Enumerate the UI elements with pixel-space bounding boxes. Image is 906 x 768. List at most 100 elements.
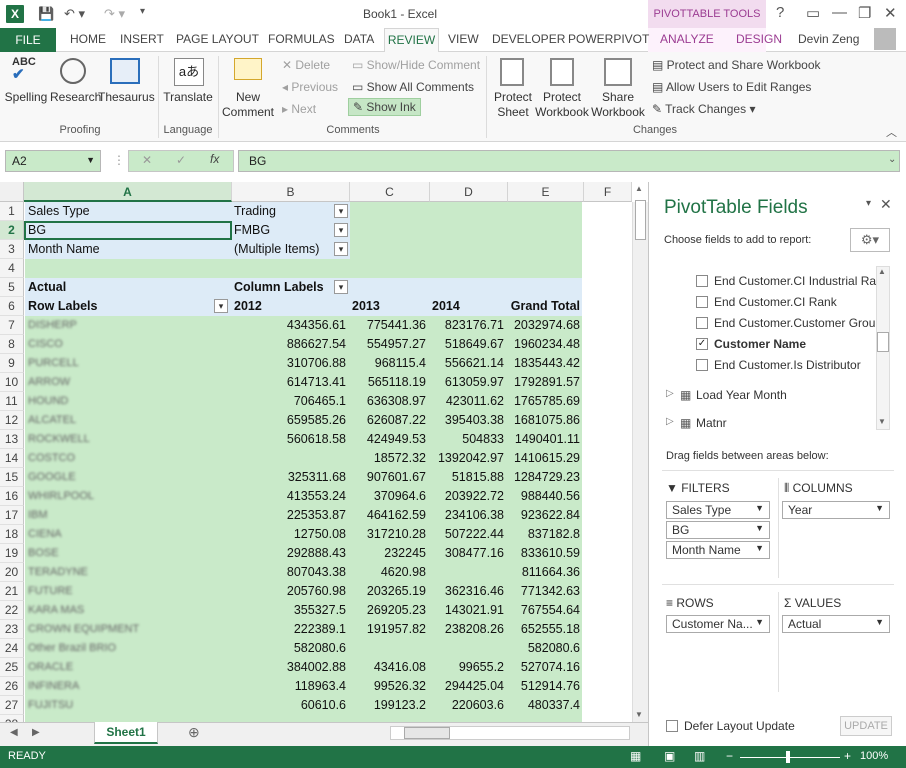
value-2014[interactable]: 823176.71	[430, 316, 508, 335]
grand-total[interactable]: 988440.56	[508, 487, 584, 506]
customer-name[interactable]: TERADYNE	[28, 563, 228, 582]
research-button[interactable]: Research	[50, 90, 101, 105]
ribbon-display-icon[interactable]: ▭	[806, 4, 820, 22]
row-header-5[interactable]: 5	[0, 278, 24, 297]
value-2014[interactable]: 1392042.97	[430, 449, 508, 468]
filter-dropdown-icon[interactable]: ▾	[334, 242, 348, 256]
spelling-button[interactable]: Spelling	[4, 90, 48, 105]
zoom-slider[interactable]	[740, 757, 840, 758]
field-list-scroll-thumb[interactable]	[877, 332, 889, 352]
protect-workbook-button[interactable]: Protect Workbook	[534, 90, 590, 120]
scroll-up-icon[interactable]: ▲	[635, 184, 643, 193]
row-header-18[interactable]: 18	[0, 525, 24, 544]
value-2013[interactable]: 99526.32	[350, 677, 430, 696]
chevron-down-icon[interactable]: ▼	[755, 543, 764, 553]
grand-total[interactable]: 833610.59	[508, 544, 584, 563]
redo-icon[interactable]: ↷ ▾	[104, 6, 125, 22]
customer-name[interactable]: BOSE	[28, 544, 228, 563]
show-ink-button[interactable]: ✎ Show Ink	[348, 98, 421, 116]
grand-total[interactable]: 527074.16	[508, 658, 584, 677]
horizontal-scroll-thumb[interactable]	[404, 727, 450, 739]
row-header-23[interactable]: 23	[0, 620, 24, 639]
user-name[interactable]: Devin Zeng	[798, 32, 859, 46]
gear-icon[interactable]: ⚙▾	[850, 228, 890, 252]
tab-design[interactable]: DESIGN	[736, 32, 782, 46]
customer-name[interactable]: DISHERP	[28, 316, 228, 335]
expand-formula-icon[interactable]: ⌄	[888, 154, 896, 165]
row-header-26[interactable]: 26	[0, 677, 24, 696]
value-2013[interactable]: 269205.23	[350, 601, 430, 620]
zoom-in-button[interactable]: +	[844, 749, 851, 763]
scroll-down-icon[interactable]: ▼	[878, 417, 886, 426]
save-icon[interactable]: 💾	[38, 6, 54, 22]
column-header-c[interactable]: C	[350, 182, 430, 202]
field-checkbox[interactable]: ✓	[696, 338, 708, 350]
customer-name[interactable]: WHIRLPOOL	[28, 487, 228, 506]
value-2013[interactable]: 232245	[350, 544, 430, 563]
customer-name[interactable]: INFINERA	[28, 677, 228, 696]
pane-options-icon[interactable]: ▾	[866, 198, 871, 209]
row-header-6[interactable]: 6	[0, 297, 24, 316]
value-2012[interactable]: 325311.68	[232, 468, 350, 487]
column-area-item[interactable]: Year ▼	[782, 501, 890, 519]
field-checkbox[interactable]	[696, 275, 708, 287]
value-2013[interactable]: 191957.82	[350, 620, 430, 639]
value-2012[interactable]: 222389.1	[232, 620, 350, 639]
field-item[interactable]: End Customer.Customer Group	[714, 316, 882, 330]
tab-data[interactable]: DATA	[344, 32, 374, 46]
value-2014[interactable]	[430, 563, 508, 582]
select-all-corner[interactable]	[0, 182, 24, 202]
value-2013[interactable]: 199123.2	[350, 696, 430, 715]
column-header-f[interactable]: F	[584, 182, 632, 202]
chevron-down-icon[interactable]: ▼	[875, 617, 884, 627]
grand-total[interactable]: 767554.64	[508, 601, 584, 620]
value-2012[interactable]: 582080.6	[232, 639, 350, 658]
value-2012[interactable]: 60610.6	[232, 696, 350, 715]
value-2013[interactable]: 4620.98	[350, 563, 430, 582]
customer-name[interactable]: ROCKWELL	[28, 430, 228, 449]
value-2014[interactable]: 203922.72	[430, 487, 508, 506]
field-item[interactable]: End Customer.CI Rank	[714, 295, 837, 309]
field-item[interactable]: Customer Name	[714, 337, 806, 351]
value-2014[interactable]: 51815.88	[430, 468, 508, 487]
row-header-12[interactable]: 12	[0, 411, 24, 430]
protect-share-button[interactable]: ▤ Protect and Share Workbook	[652, 58, 821, 72]
undo-icon[interactable]: ↶ ▾	[64, 6, 85, 22]
row-header-22[interactable]: 22	[0, 601, 24, 620]
name-box[interactable]: A2 ▼	[5, 150, 101, 172]
grand-total[interactable]: 1410615.29	[508, 449, 584, 468]
value-2012[interactable]: 118963.4	[232, 677, 350, 696]
customer-name[interactable]: GOOGLE	[28, 468, 228, 487]
protect-sheet-button[interactable]: Protect Sheet	[490, 90, 536, 120]
customer-name[interactable]: CROWN EQUIPMENT	[28, 620, 228, 639]
field-checkbox[interactable]	[696, 359, 708, 371]
value-2014[interactable]: 294425.04	[430, 677, 508, 696]
value-2014[interactable]: 518649.67	[430, 335, 508, 354]
sheet-tab-sheet1[interactable]: Sheet1	[94, 722, 158, 744]
field-item[interactable]: End Customer.Is Distributor	[714, 358, 861, 372]
row-header-1[interactable]: 1	[0, 202, 24, 221]
grand-total[interactable]: 837182.8	[508, 525, 584, 544]
update-button[interactable]: UPDATE	[840, 716, 892, 736]
grand-total[interactable]: 1960234.48	[508, 335, 584, 354]
zoom-level[interactable]: 100%	[860, 750, 888, 762]
value-2012[interactable]: 205760.98	[232, 582, 350, 601]
value-2012[interactable]: 310706.88	[232, 354, 350, 373]
value-2012[interactable]: 225353.87	[232, 506, 350, 525]
customer-name[interactable]: FUTURE	[28, 582, 228, 601]
normal-view-icon[interactable]: ▦	[630, 749, 641, 763]
grand-total[interactable]: 480337.4	[508, 696, 584, 715]
zoom-out-button[interactable]: −	[726, 749, 733, 763]
customer-name[interactable]: Other Brazil BRIO	[28, 639, 228, 658]
value-2013[interactable]: 464162.59	[350, 506, 430, 525]
value-2013[interactable]	[350, 639, 430, 658]
row-header-13[interactable]: 13	[0, 430, 24, 449]
grand-total[interactable]: 1284729.23	[508, 468, 584, 487]
value-2014[interactable]: 507222.44	[430, 525, 508, 544]
column-labels-filter-icon[interactable]: ▾	[334, 280, 348, 294]
row-header-7[interactable]: 7	[0, 316, 24, 335]
scroll-down-icon[interactable]: ▼	[635, 710, 643, 719]
chevron-down-icon[interactable]: ▼	[755, 617, 764, 627]
row-header-24[interactable]: 24	[0, 639, 24, 658]
expand-icon[interactable]: ▷	[666, 416, 674, 427]
